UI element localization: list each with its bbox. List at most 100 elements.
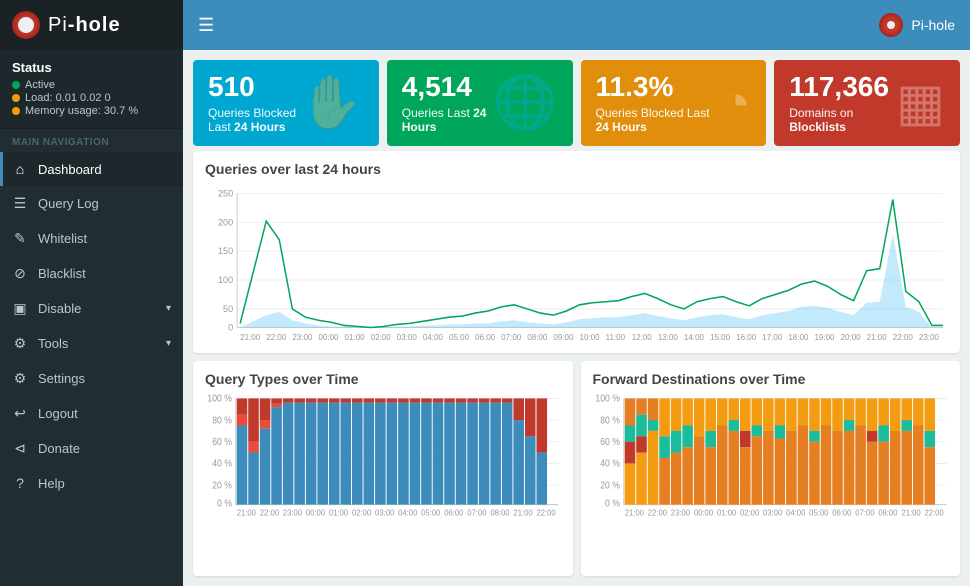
list-icon: ☰: [12, 195, 28, 212]
svg-text:03:00: 03:00: [397, 333, 418, 342]
sidebar-item-query-log[interactable]: ☰ Query Log: [0, 186, 183, 221]
sidebar-item-donate[interactable]: ⊲ Donate: [0, 431, 183, 466]
query-types-chart-container: 100 % 80 % 60 % 40 % 20 % 0 %: [205, 393, 561, 523]
svg-text:08:00: 08:00: [527, 333, 548, 342]
stat-card-blocked: 510 Queries Blocked Last 24 Hours ✋: [193, 60, 379, 146]
svg-text:23:00: 23:00: [919, 333, 940, 342]
sidebar-header: Pi-hole: [0, 0, 183, 50]
svg-text:20 %: 20 %: [600, 480, 620, 491]
svg-text:17:00: 17:00: [762, 333, 783, 342]
sidebar-item-help[interactable]: ? Help: [0, 466, 183, 500]
svg-text:0 %: 0 %: [217, 498, 232, 509]
svg-text:40 %: 40 %: [600, 458, 620, 469]
status-memory-dot: [12, 107, 20, 115]
svg-text:21:00: 21:00: [867, 333, 888, 342]
sidebar-item-settings[interactable]: ⚙ Settings: [0, 361, 183, 396]
settings-icon: ⚙: [12, 370, 28, 387]
edit-icon: ✎: [12, 230, 28, 247]
stat-number-percent: 11.3%: [596, 72, 720, 103]
svg-text:08:00: 08:00: [878, 508, 898, 518]
svg-text:20:00: 20:00: [841, 333, 862, 342]
svg-text:60 %: 60 %: [600, 436, 620, 447]
svg-text:15:00: 15:00: [710, 333, 731, 342]
tools-icon: ⚙: [12, 335, 28, 352]
svg-text:100 %: 100 %: [595, 393, 620, 404]
query-types-title: Query Types over Time: [205, 371, 561, 387]
query-bars: [237, 398, 547, 504]
stat-text-queries: 4,514 Queries Last 24 Hours: [402, 72, 493, 134]
line-chart-svg: 250 200 150 100 50 0 21:00 22:00 23:00 0…: [205, 183, 948, 343]
svg-text:00:00: 00:00: [306, 508, 326, 518]
sidebar-label-whitelist: Whitelist: [38, 231, 87, 246]
topbar-brand: Pi-hole: [879, 13, 955, 37]
sidebar-logo-inner: [18, 17, 34, 33]
svg-text:23:00: 23:00: [292, 333, 313, 342]
charts-area: Queries over last 24 hours 250: [183, 151, 970, 586]
sidebar-label-donate: Donate: [38, 441, 80, 456]
svg-text:06:00: 06:00: [444, 508, 464, 518]
stat-number-queries: 4,514: [402, 72, 493, 103]
svg-text:23:00: 23:00: [670, 508, 690, 518]
sidebar-label-tools: Tools: [38, 336, 68, 351]
forward-dest-title: Forward Destinations over Time: [593, 371, 949, 387]
status-active: Active: [12, 79, 171, 91]
sidebar-item-dashboard[interactable]: ⌂ Dashboard: [0, 152, 183, 186]
status-load-label: Load: 0.01 0.02 0: [25, 92, 111, 104]
svg-text:21:00: 21:00: [513, 508, 533, 518]
tools-arrow: ▾: [166, 338, 171, 349]
sidebar-label-query-log: Query Log: [38, 196, 99, 211]
svg-text:01:00: 01:00: [716, 508, 736, 518]
sidebar-item-disable[interactable]: ▣ Disable ▾: [0, 291, 183, 326]
hand-icon: ✋: [299, 77, 364, 129]
square-icon: ▣: [12, 300, 28, 317]
svg-text:02:00: 02:00: [740, 508, 760, 518]
svg-text:13:00: 13:00: [658, 333, 679, 342]
svg-text:21:00: 21:00: [240, 333, 261, 342]
stat-label-domains: Domains on Blocklists: [789, 106, 896, 134]
svg-text:20 %: 20 %: [212, 480, 232, 491]
svg-text:200: 200: [218, 217, 233, 227]
svg-text:05:00: 05:00: [421, 508, 441, 518]
sidebar-item-blacklist[interactable]: ⊘ Blacklist: [0, 256, 183, 291]
svg-text:23:00: 23:00: [283, 508, 303, 518]
status-memory: Memory usage: 30.7 %: [12, 105, 171, 117]
svg-text:21:00: 21:00: [237, 508, 257, 518]
svg-text:250: 250: [218, 188, 233, 198]
svg-text:07:00: 07:00: [467, 508, 487, 518]
svg-text:00:00: 00:00: [318, 333, 339, 342]
donate-icon: ⊲: [12, 440, 28, 457]
svg-text:09:00: 09:00: [553, 333, 574, 342]
stat-card-domains: 117,366 Domains on Blocklists ▦: [774, 60, 960, 146]
home-icon: ⌂: [12, 161, 28, 177]
stat-text-domains: 117,366 Domains on Blocklists: [789, 72, 896, 134]
logout-icon: ↩: [12, 405, 28, 422]
svg-text:06:00: 06:00: [475, 333, 496, 342]
stat-text-blocked: 510 Queries Blocked Last 24 Hours: [208, 72, 299, 134]
sidebar-item-whitelist[interactable]: ✎ Whitelist: [0, 221, 183, 256]
svg-text:80 %: 80 %: [212, 415, 232, 426]
block-icon: ▦: [896, 77, 945, 129]
topbar-title: Pi-hole: [911, 17, 955, 33]
svg-text:22:00: 22:00: [647, 508, 667, 518]
sidebar-item-tools[interactable]: ⚙ Tools ▾: [0, 326, 183, 361]
status-active-label: Active: [25, 79, 55, 91]
sidebar-title-bold: -hole: [68, 14, 121, 36]
line-chart-title: Queries over last 24 hours: [205, 161, 948, 177]
sidebar-item-logout[interactable]: ↩ Logout: [0, 396, 183, 431]
menu-toggle-button[interactable]: ☰: [198, 15, 214, 36]
svg-text:0 %: 0 %: [605, 498, 620, 509]
stat-card-queries: 4,514 Queries Last 24 Hours 🌐: [387, 60, 573, 146]
globe-icon: 🌐: [493, 77, 558, 129]
sidebar-logo: [12, 11, 40, 39]
status-load-dot: [12, 94, 20, 102]
svg-text:18:00: 18:00: [788, 333, 809, 342]
sidebar-nav: ⌂ Dashboard ☰ Query Log ✎ Whitelist ⊘ Bl…: [0, 152, 183, 500]
svg-text:14:00: 14:00: [684, 333, 705, 342]
svg-text:100: 100: [218, 275, 233, 285]
svg-text:16:00: 16:00: [736, 333, 757, 342]
svg-text:60 %: 60 %: [212, 436, 232, 447]
svg-text:06:00: 06:00: [832, 508, 852, 518]
disable-arrow: ▾: [166, 303, 171, 314]
sidebar-label-settings: Settings: [38, 371, 85, 386]
svg-text:22:00: 22:00: [893, 333, 914, 342]
